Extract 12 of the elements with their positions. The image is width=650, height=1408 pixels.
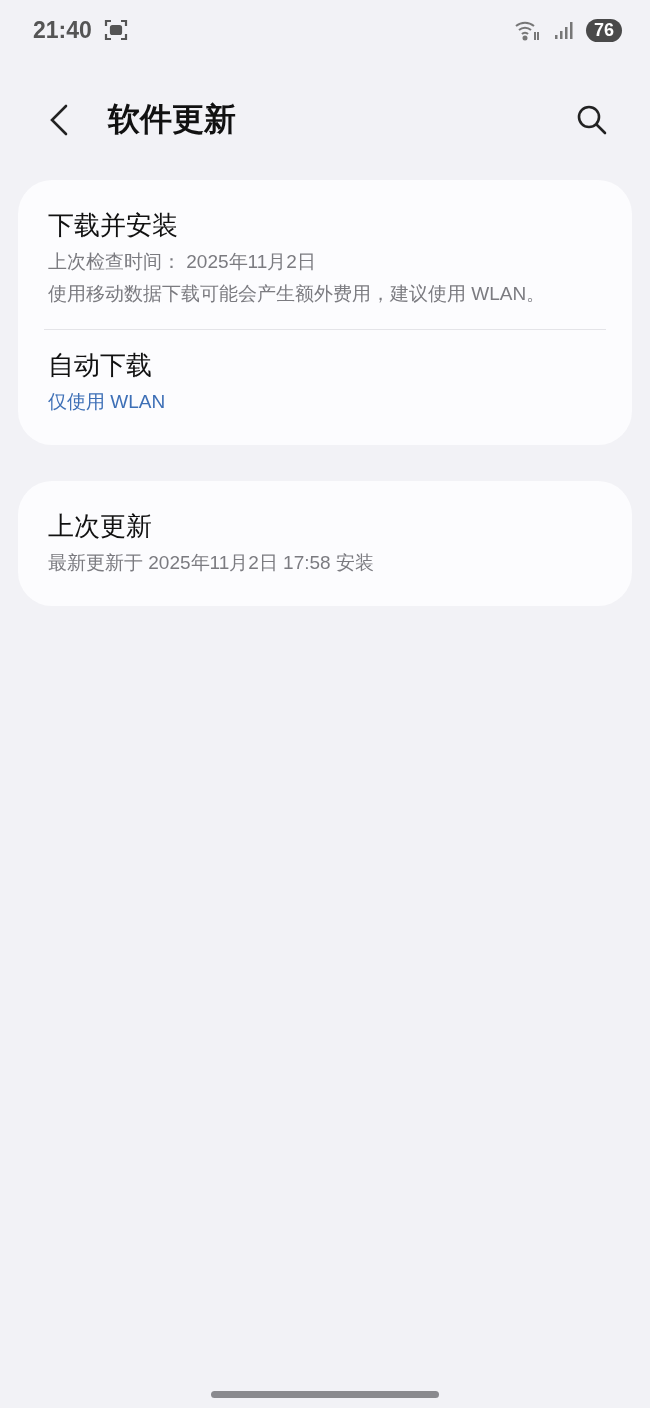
signal-icon bbox=[553, 21, 574, 39]
page-title: 软件更新 bbox=[108, 100, 237, 139]
setting-title[interactable]: 自动下载 bbox=[48, 348, 602, 383]
setting-value: 仅使用 WLAN bbox=[48, 390, 167, 414]
status-time: 21:40 bbox=[33, 16, 92, 44]
setting-description: 上次检查时间： 2025年11月2日 bbox=[48, 250, 317, 274]
setting-title[interactable]: 上次更新 bbox=[48, 509, 602, 544]
battery-level: 76 bbox=[585, 18, 622, 42]
setting-title[interactable]: 下载并安装 bbox=[48, 208, 602, 243]
setting-description: 使用移动数据下载可能会产生额外费用，建议使用 WLAN。 bbox=[48, 282, 547, 306]
screenshot-icon bbox=[103, 19, 128, 41]
setting-description: 最新更新于 2025年11月2日 17:58 安装 bbox=[48, 551, 375, 575]
